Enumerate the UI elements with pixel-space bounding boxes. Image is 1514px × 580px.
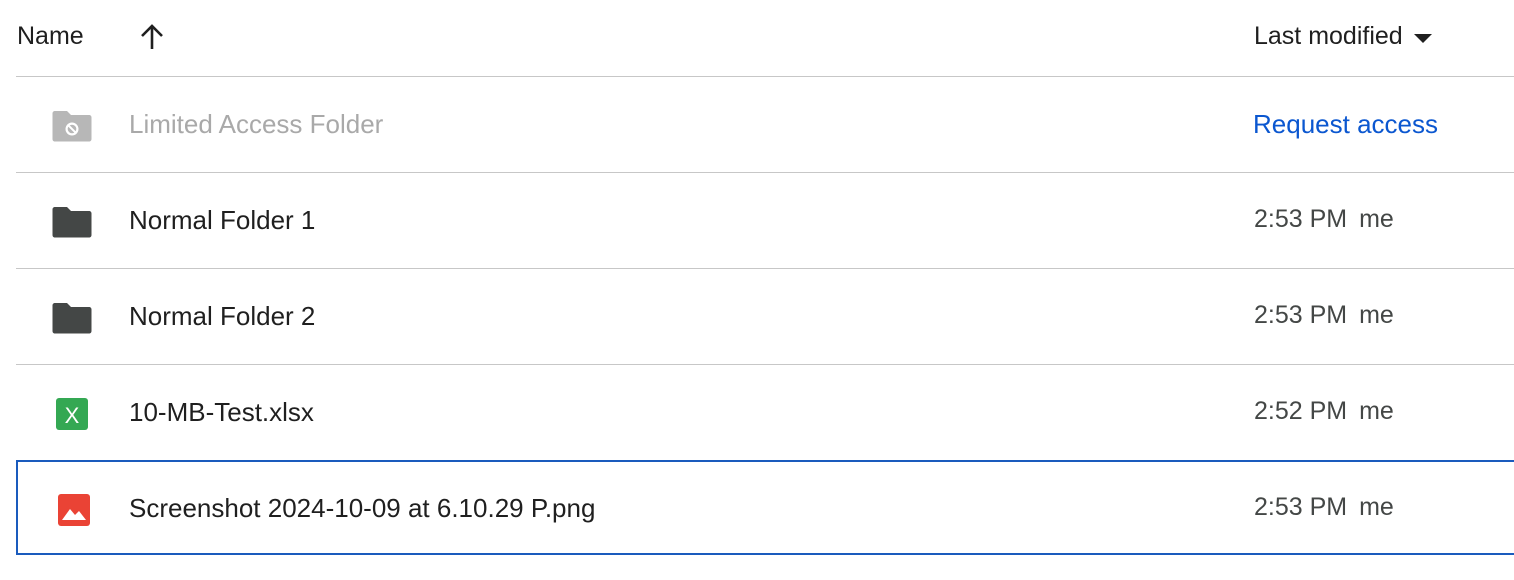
last-modified-cell: 2:53 PM me	[1254, 493, 1394, 522]
modified-time: 2:53 PM	[1254, 493, 1348, 521]
file-name: Screenshot 2024-10-09 at 6.10.29 P.png	[129, 493, 596, 523]
file-row-xlsx[interactable]: X 10-MB-Test.xlsx 2:52 PM me	[16, 365, 1514, 461]
request-access-link[interactable]: Request access	[1253, 109, 1438, 140]
file-row-normal-folder-1[interactable]: Normal Folder 1 2:53 PM me	[16, 173, 1514, 269]
name-column-header[interactable]: Name	[17, 22, 84, 51]
file-row-normal-folder-2[interactable]: Normal Folder 2 2:53 PM me	[16, 269, 1514, 365]
folder-icon	[52, 205, 92, 239]
file-name: 10-MB-Test.xlsx	[129, 397, 314, 427]
modified-owner: me	[1359, 493, 1394, 521]
image-icon	[54, 493, 94, 527]
modified-owner: me	[1359, 205, 1394, 233]
last-modified-cell: 2:53 PM me	[1254, 205, 1394, 234]
file-name: Normal Folder 2	[129, 301, 316, 331]
folder-icon	[52, 301, 92, 335]
sheets-icon: X	[52, 397, 92, 431]
list-header: Name Last modified	[16, 0, 1514, 77]
modified-time: 2:52 PM	[1254, 397, 1348, 425]
modified-owner: me	[1359, 301, 1394, 329]
last-modified-label: Last modified	[1254, 22, 1403, 50]
file-row-limited-access-folder[interactable]: Limited Access Folder Request access	[16, 77, 1514, 173]
modified-time: 2:53 PM	[1254, 205, 1348, 233]
arrow-up-icon[interactable]	[138, 22, 166, 52]
sheets-icon-letter: X	[65, 403, 80, 428]
modified-time: 2:53 PM	[1254, 301, 1348, 329]
file-name: Limited Access Folder	[129, 109, 384, 139]
file-row-screenshot-png[interactable]: Screenshot 2024-10-09 at 6.10.29 P.png 2…	[16, 460, 1514, 555]
file-name: Normal Folder 1	[129, 205, 316, 235]
caret-down-icon[interactable]	[1413, 33, 1432, 43]
last-modified-cell: 2:53 PM me	[1254, 301, 1394, 330]
last-modified-cell: 2:52 PM me	[1254, 397, 1394, 426]
file-list: Name Last modified Limited Access Folder…	[16, 0, 1514, 555]
restricted-folder-icon	[52, 109, 92, 143]
last-modified-column-header[interactable]: Last modified	[1254, 22, 1432, 51]
modified-owner: me	[1359, 397, 1394, 425]
